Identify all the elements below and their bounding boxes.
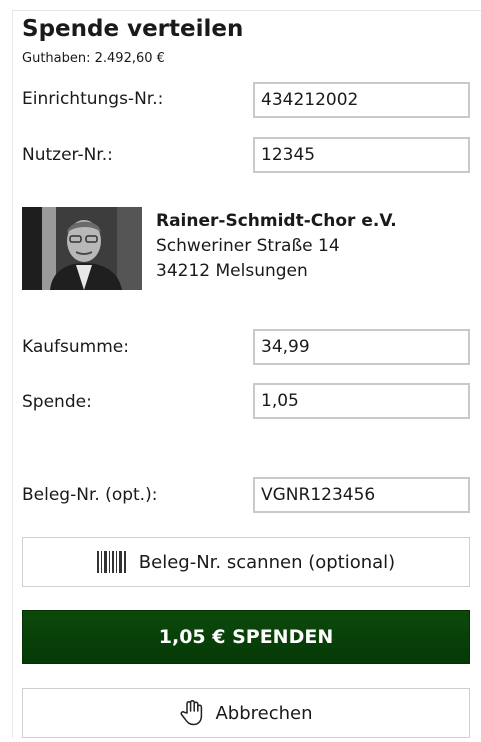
donate-button[interactable]: 1,05 € SPENDEN	[22, 610, 470, 664]
organization-address: Rainer-Schmidt-Chor e.V. Schweriner Stra…	[156, 209, 397, 284]
person-photo-icon	[22, 207, 142, 290]
user-number-input[interactable]	[253, 137, 470, 173]
cancel-button[interactable]: Abbrechen	[22, 688, 470, 738]
purchase-amount-input[interactable]	[253, 329, 470, 365]
organization-card: Rainer-Schmidt-Chor e.V. Schweriner Stra…	[22, 207, 472, 292]
facility-number-input[interactable]	[253, 82, 470, 118]
user-label: Nutzer-Nr.:	[22, 145, 113, 165]
donation-label: Spende:	[22, 392, 92, 412]
balance-text: Guthaben: 2.492,60 €	[22, 51, 165, 66]
cancel-label: Abbrechen	[215, 702, 313, 724]
organization-street: Schweriner Straße 14	[156, 236, 340, 256]
scan-receipt-label: Beleg-Nr. scannen (optional)	[138, 551, 396, 573]
organization-name: Rainer-Schmidt-Chor e.V.	[156, 211, 397, 231]
facility-label: Einrichtungs-Nr.:	[22, 89, 164, 109]
organization-photo	[22, 207, 142, 290]
barcode-icon	[96, 551, 127, 573]
hand-pointer-icon	[179, 700, 203, 726]
receipt-label: Beleg-Nr. (opt.):	[22, 485, 158, 505]
receipt-number-input[interactable]	[253, 477, 470, 513]
organization-city: 34212 Melsungen	[156, 261, 308, 281]
donate-label: 1,05 € SPENDEN	[158, 626, 334, 648]
scan-receipt-button[interactable]: Beleg-Nr. scannen (optional)	[22, 537, 470, 587]
purchase-label: Kaufsumme:	[22, 337, 129, 357]
donation-amount-input[interactable]	[253, 383, 470, 419]
page-title: Spende verteilen	[22, 16, 244, 42]
